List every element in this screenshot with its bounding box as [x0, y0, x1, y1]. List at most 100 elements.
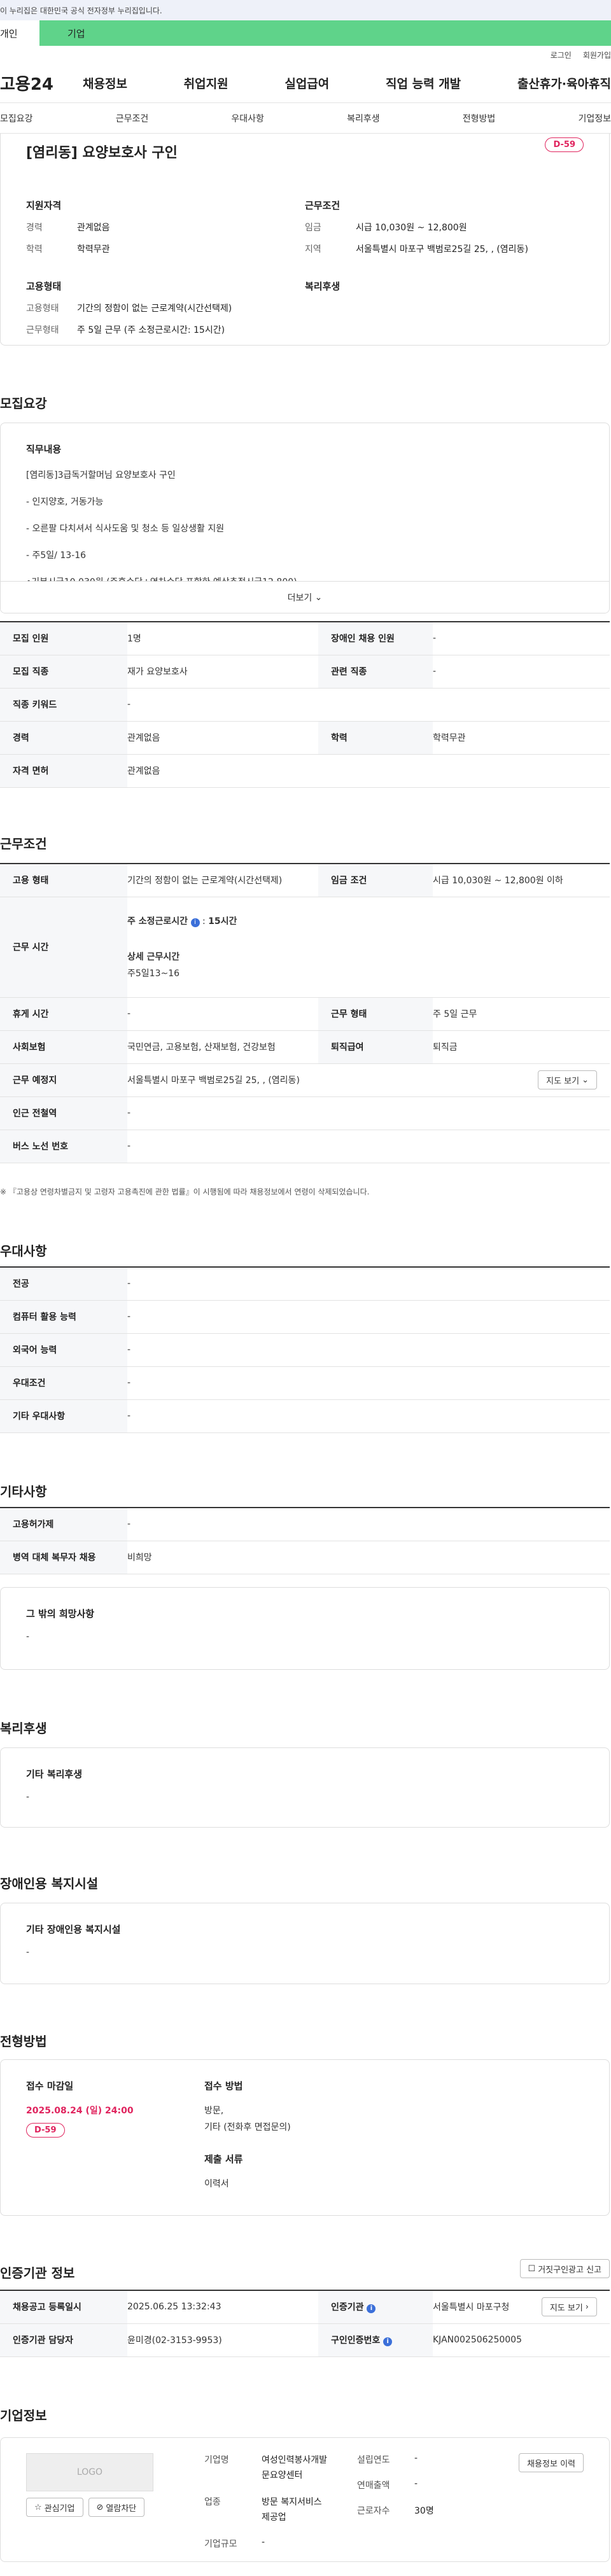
table-row: 인증기관 담당자 윤미경(02-3153-9953) 구인인증번호 i KJAN…: [0, 2323, 610, 2357]
table-row: 컴퓨터 활용 능력 -: [0, 1300, 610, 1334]
table-value-cell: 관계없음: [127, 754, 610, 788]
gnb-item-employment-support[interactable]: 취업지원: [184, 74, 228, 92]
job-detail-line: [염리동]3급독거할머님 요양보호사 구인: [26, 470, 176, 480]
method-value: 기타 (전화후 면접문의): [204, 2122, 291, 2132]
emp-label: 고용형태: [26, 304, 59, 314]
work-table: 고용 형태 기간의 정함이 없는 근로계약(시간선택제) 임금 조건 시급 10…: [0, 863, 610, 1163]
dday-badge: D-59: [26, 2123, 65, 2138]
agency-section-title: 인증기관 정보: [0, 2265, 75, 2281]
job-history-button[interactable]: 채용정보 이력: [519, 2453, 584, 2472]
more-button[interactable]: 더보기 ⌄: [1, 581, 609, 613]
table-value-cell: 비희망: [127, 1541, 610, 1574]
tab-corporate[interactable]: 기업: [39, 20, 611, 46]
sales-label: 연매출액: [357, 2481, 390, 2491]
recruit-section-title: 모집요강: [0, 396, 47, 411]
gnb-item-jobs[interactable]: 채용정보: [83, 74, 127, 92]
table-header-cell: 인증기관 i: [318, 2290, 433, 2324]
recruit-table: 모집 인원 1명 장애인 채용 인원 - 모집 직종 재가 요양보호사 관련 직…: [0, 621, 610, 788]
industry-label: 업종: [204, 2497, 221, 2507]
util-menu: 로그인 회원가입: [0, 46, 611, 64]
table-header-cell: 인근 전철역: [0, 1096, 127, 1130]
company-logo: LOGO: [26, 2453, 153, 2491]
table-header-cell: 임금 조건: [318, 864, 433, 897]
table-value-cell: 서울특별시 마포구청 지도 보기 ›: [433, 2290, 610, 2324]
site-logo[interactable]: 고용24: [0, 71, 83, 95]
section-nav-selection[interactable]: 전형방법: [463, 112, 496, 125]
global-nav: 고용24 채용정보 취업지원 실업급여 직업 능력 개발 출산휴가·육아휴직: [0, 64, 611, 103]
table-row: 고용허가제 -: [0, 1508, 610, 1541]
table-header-cell: 기타 우대사항: [0, 1399, 127, 1433]
cond-label: 임금: [305, 223, 321, 233]
hours-main-value: 15시간: [208, 916, 237, 927]
table-row: 경력 관계없음 학력 학력무관: [0, 721, 610, 755]
benefit-section-title: 복리후생: [0, 1721, 47, 1736]
info-icon[interactable]: i: [190, 918, 200, 927]
more-button-label: 더보기: [287, 592, 313, 603]
employee-count-value: 30명: [414, 2506, 434, 2516]
table-header-cell: 버스 노선 번호: [0, 1130, 127, 1163]
table-value-cell: 윤미경(02-3153-9953): [127, 2323, 318, 2357]
age-law-note: ※ 『고용상 연령차별금지 및 고령자 고용촉진에 관한 법률』이 시행됨에 따…: [0, 1187, 370, 1196]
table-header-cell: 컴퓨터 활용 능력: [0, 1300, 127, 1334]
section-nav-pref[interactable]: 우대사항: [231, 112, 264, 125]
table-header-cell: 고용 형태: [0, 864, 127, 897]
company-section-title: 기업정보: [0, 2408, 47, 2423]
table-header-cell: 전공: [0, 1267, 127, 1301]
join-link[interactable]: 회원가입: [583, 50, 611, 60]
login-link[interactable]: 로그인: [551, 50, 572, 60]
company-name-value: 여성인력봉사개발: [262, 2455, 328, 2465]
docs-heading: 제출 서류: [204, 2153, 243, 2165]
section-nav-benefit[interactable]: 복리후생: [347, 112, 380, 125]
table-header-cell: 관련 직종: [318, 655, 433, 689]
info-icon[interactable]: i: [383, 2337, 393, 2346]
tab-individual[interactable]: 개인: [0, 20, 39, 46]
disab-value: -: [26, 1947, 30, 1957]
emp-value: 기간의 정함이 없는 근로계약(시간선택제): [77, 304, 232, 314]
gnb-item-training[interactable]: 직업 능력 개발: [386, 74, 461, 92]
etc-wish-value: -: [26, 1632, 30, 1642]
table-header-cell: 우대조건: [0, 1366, 127, 1400]
hours-detail-value: 주5일13~16: [127, 969, 180, 979]
fake-ad-report-button[interactable]: ☐ 거짓구인광고 신고: [519, 2259, 610, 2278]
table-value-cell: 관계없음: [127, 721, 318, 755]
section-nav-company[interactable]: 기업정보: [578, 112, 611, 125]
chevron-right-icon: ›: [585, 2302, 589, 2312]
table-row: 근무 시간 주 소정근로시간 i : 15시간 상세 근무시간 주5일13~16: [0, 897, 610, 998]
table-value-cell: -: [433, 655, 610, 689]
table-row: 고용 형태 기간의 정함이 없는 근로계약(시간선택제) 임금 조건 시급 10…: [0, 864, 610, 897]
table-row: 근무 예정지 서울특별시 마포구 백범로25길 25, , (염리동) 지도 보…: [0, 1063, 610, 1097]
table-value-cell: -: [127, 1130, 610, 1163]
table-value-cell: -: [433, 622, 610, 655]
section-nav-work[interactable]: 근무조건: [116, 112, 149, 125]
block-view-button[interactable]: ⊘ 열람차단: [88, 2498, 145, 2517]
emp-label: 근무형태: [26, 325, 59, 335]
agency-map-button[interactable]: 지도 보기 ›: [541, 2297, 597, 2317]
company-size-value: -: [262, 2537, 265, 2547]
dday-badge: D-59: [545, 137, 584, 152]
star-icon: ☆: [34, 2502, 42, 2512]
table-row: 병역 대체 복무자 채용 비희망: [0, 1541, 610, 1574]
table-row: 채용공고 등록일시 2025.06.25 13:32:43 인증기관 i 서울특…: [0, 2290, 610, 2324]
table-row: 버스 노선 번호 -: [0, 1130, 610, 1163]
gnb-item-unemployment-benefit[interactable]: 실업급여: [284, 74, 329, 92]
industry-value: 제공업: [262, 2512, 286, 2523]
table-value-cell: 재가 요양보호사: [127, 655, 318, 689]
founded-value: -: [414, 2453, 418, 2463]
table-row: 자격 면허 관계없음: [0, 754, 610, 788]
table-value-cell: -: [127, 1267, 610, 1301]
method-heading: 접수 방법: [204, 2080, 243, 2092]
gnb-item-leave[interactable]: 출산휴가·육아휴직: [517, 74, 611, 92]
table-header-cell: 경력: [0, 721, 127, 755]
table-header-cell: 퇴직급여: [318, 1030, 433, 1064]
emp-value: 주 5일 근무 (주 소정근로시간: 15시간): [77, 325, 225, 335]
favorite-company-button[interactable]: ☆ 관심기업: [26, 2498, 83, 2517]
map-view-label: 지도 보기: [546, 1076, 580, 1086]
map-view-button[interactable]: 지도 보기 ⌄: [538, 1070, 597, 1089]
section-nav-recruit[interactable]: 모집요강: [0, 112, 33, 125]
block-label: 열람차단: [106, 2503, 137, 2514]
info-icon[interactable]: i: [367, 2304, 376, 2314]
table-value-cell: -: [127, 1508, 610, 1541]
table-value-cell: -: [127, 1399, 610, 1433]
block-icon: ⊘: [96, 2502, 104, 2512]
etc-table: 고용허가제 - 병역 대체 복무자 채용 비희망: [0, 1507, 610, 1574]
